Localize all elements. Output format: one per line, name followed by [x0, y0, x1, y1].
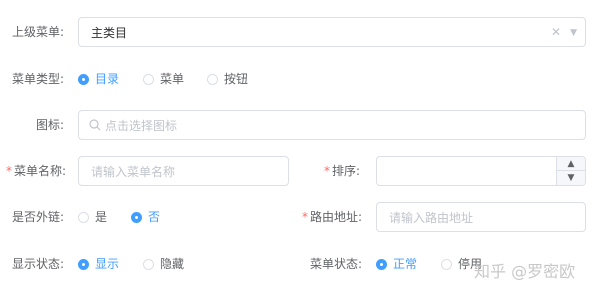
required-mark: *	[302, 210, 308, 224]
sort-number-input[interactable]: ▲ ▼	[376, 156, 586, 186]
menu-type-label: 菜单类型:	[12, 72, 65, 86]
menu-name-input[interactable]: 请输入菜单名称	[78, 156, 289, 186]
icon-label: 图标:	[36, 118, 65, 132]
display-status-label: 显示状态:	[12, 257, 65, 271]
chevron-down-icon[interactable]: ▼	[570, 27, 577, 39]
sort-label-text: 排序:	[332, 164, 361, 178]
display-status-option-hide[interactable]: 隐藏	[143, 256, 184, 272]
parent-menu-label: 上级菜单:	[12, 25, 65, 39]
radio-checked-icon	[78, 73, 89, 85]
required-mark: *	[324, 164, 330, 178]
radio-unchecked-icon	[441, 258, 452, 270]
sort-stepper[interactable]: ▲ ▼	[556, 157, 585, 185]
route-path-label: * 路由地址:	[302, 209, 362, 225]
radio-unchecked-icon	[78, 211, 89, 223]
search-icon	[88, 118, 102, 132]
menu-type-option-label: 目录	[95, 72, 120, 86]
required-mark: *	[6, 164, 12, 178]
radio-unchecked-icon	[207, 73, 218, 85]
parent-menu-value: 主类目	[91, 26, 128, 40]
route-path-label-text: 路由地址:	[310, 210, 363, 224]
icon-select-input[interactable]: 点击选择图标	[78, 110, 586, 140]
radio-checked-icon	[78, 258, 89, 270]
icon-placeholder: 点击选择图标	[105, 119, 178, 133]
menu-name-label-text: 菜单名称:	[14, 164, 67, 178]
radio-checked-icon	[131, 211, 142, 223]
parent-menu-select[interactable]: 主类目 ✕ ▼	[78, 17, 586, 47]
menu-type-option-button[interactable]: 按钮	[207, 71, 248, 87]
increase-icon[interactable]: ▲	[557, 157, 585, 171]
menu-type-option-menu[interactable]: 菜单	[143, 71, 184, 87]
route-path-placeholder: 请输入路由地址	[389, 211, 474, 225]
menu-status-option-label: 正常	[393, 257, 418, 271]
menu-name-placeholder: 请输入菜单名称	[91, 165, 176, 179]
menu-type-option-label: 按钮	[224, 72, 249, 86]
external-link-option-no[interactable]: 否	[131, 209, 160, 225]
route-path-input[interactable]: 请输入路由地址	[376, 202, 586, 232]
menu-status-label: 菜单状态:	[310, 257, 363, 271]
display-status-option-label: 显示	[95, 257, 120, 271]
external-link-option-yes[interactable]: 是	[78, 209, 107, 225]
display-status-option-label: 隐藏	[160, 257, 185, 271]
clear-icon[interactable]: ✕	[551, 26, 561, 38]
sort-label: * 排序:	[324, 163, 360, 179]
menu-type-option-directory[interactable]: 目录	[78, 71, 119, 87]
decrease-icon[interactable]: ▼	[557, 171, 585, 185]
watermark: 知乎 @罗密欧	[474, 262, 576, 281]
radio-unchecked-icon	[143, 258, 154, 270]
external-link-option-label: 是	[95, 210, 108, 224]
radio-unchecked-icon	[143, 73, 154, 85]
menu-type-option-label: 菜单	[160, 72, 185, 86]
display-status-option-show[interactable]: 显示	[78, 256, 119, 272]
radio-checked-icon	[376, 258, 387, 270]
external-link-option-label: 否	[148, 210, 161, 224]
external-link-label: 是否外链:	[12, 210, 65, 224]
menu-name-label: * 菜单名称:	[6, 163, 66, 179]
menu-status-option-normal[interactable]: 正常	[376, 256, 417, 272]
